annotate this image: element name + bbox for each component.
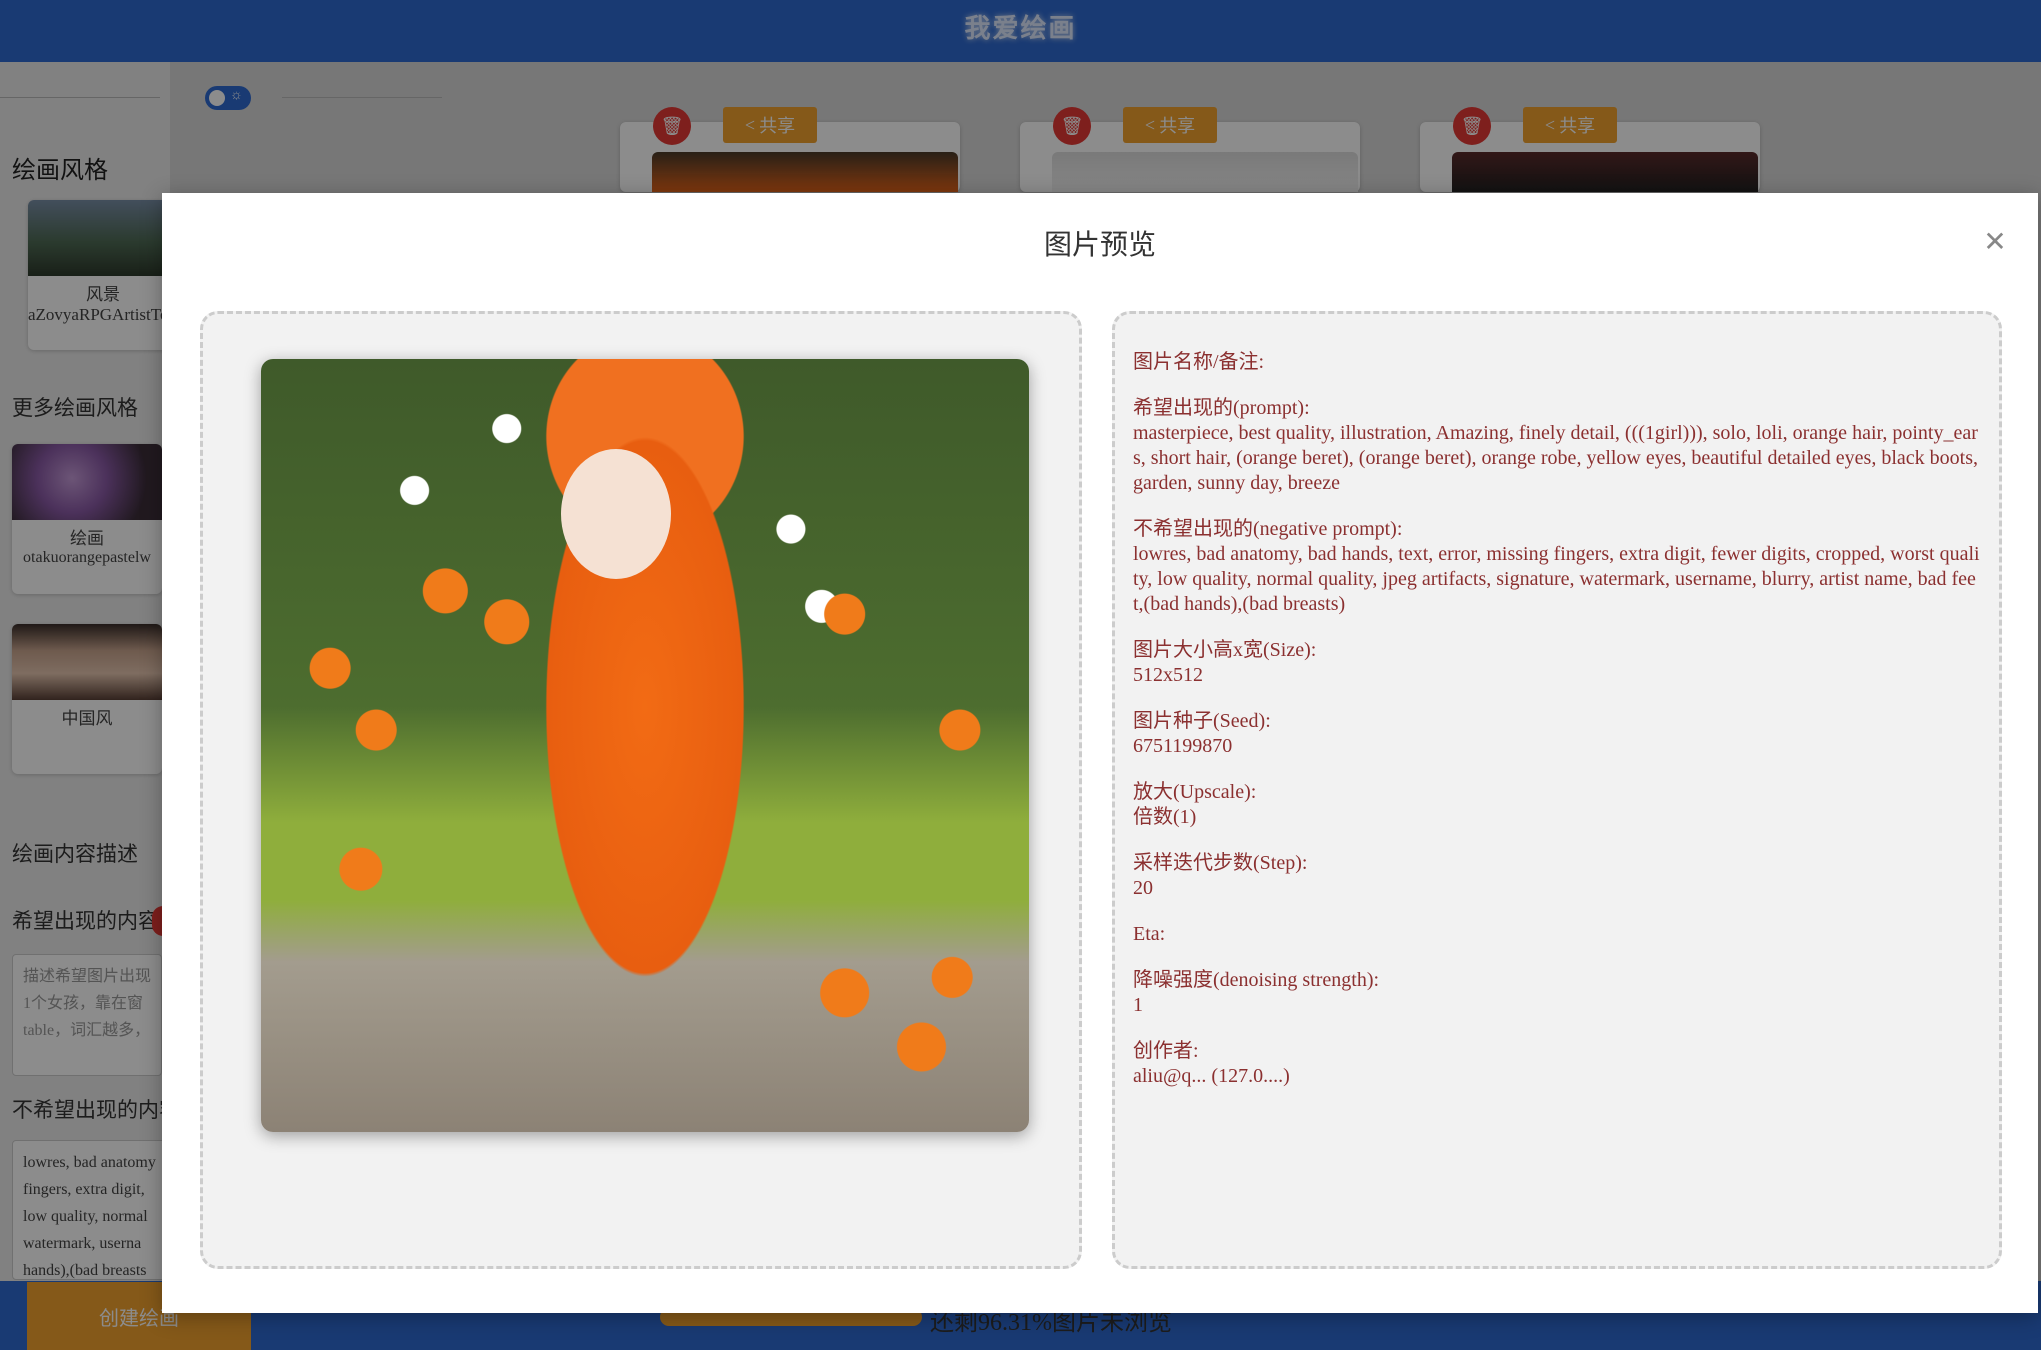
image-panel <box>200 311 1082 1269</box>
details-panel: 图片名称/备注: 希望出现的(prompt): masterpiece, bes… <box>1112 311 2002 1269</box>
seed-value: 6751199870 <box>1133 735 1233 757</box>
creator-value: aliu@q... (127.0....) <box>1133 1065 1290 1087</box>
negative-prompt-label: 不希望出现的(negative prompt): <box>1133 518 1403 540</box>
seed-label: 图片种子(Seed): <box>1133 710 1271 732</box>
prompt-label: 希望出现的(prompt): <box>1133 397 1310 419</box>
denoise-value: 1 <box>1133 994 1143 1016</box>
denoise-label: 降噪强度(denoising strength): <box>1133 969 1380 991</box>
upscale-label: 放大(Upscale): <box>1133 781 1257 803</box>
preview-image[interactable] <box>261 359 1029 1132</box>
image-preview-modal: 图片预览 ✕ 图片名称/备注: 希望出现的(prompt): masterpie… <box>162 193 2038 1313</box>
preview-figure <box>561 449 671 579</box>
size-label: 图片大小高x宽(Size): <box>1133 639 1317 661</box>
prompt-value: masterpiece, best quality, illustration,… <box>1133 422 1978 494</box>
creator-label: 创作者: <box>1133 1040 1199 1062</box>
image-metadata: 图片名称/备注: 希望出现的(prompt): masterpiece, bes… <box>1133 350 1983 1110</box>
eta-label: Eta: <box>1133 923 1166 945</box>
upscale-value: 倍数(1) <box>1133 806 1197 828</box>
step-label: 采样迭代步数(Step): <box>1133 852 1308 874</box>
modal-title: 图片预览 <box>1043 230 1156 261</box>
negative-prompt-value: lowres, bad anatomy, bad hands, text, er… <box>1133 543 1980 615</box>
name-label: 图片名称/备注: <box>1133 351 1265 373</box>
size-value: 512x512 <box>1133 664 1203 686</box>
close-icon[interactable]: ✕ <box>1980 227 2010 257</box>
step-value: 20 <box>1133 877 1153 899</box>
